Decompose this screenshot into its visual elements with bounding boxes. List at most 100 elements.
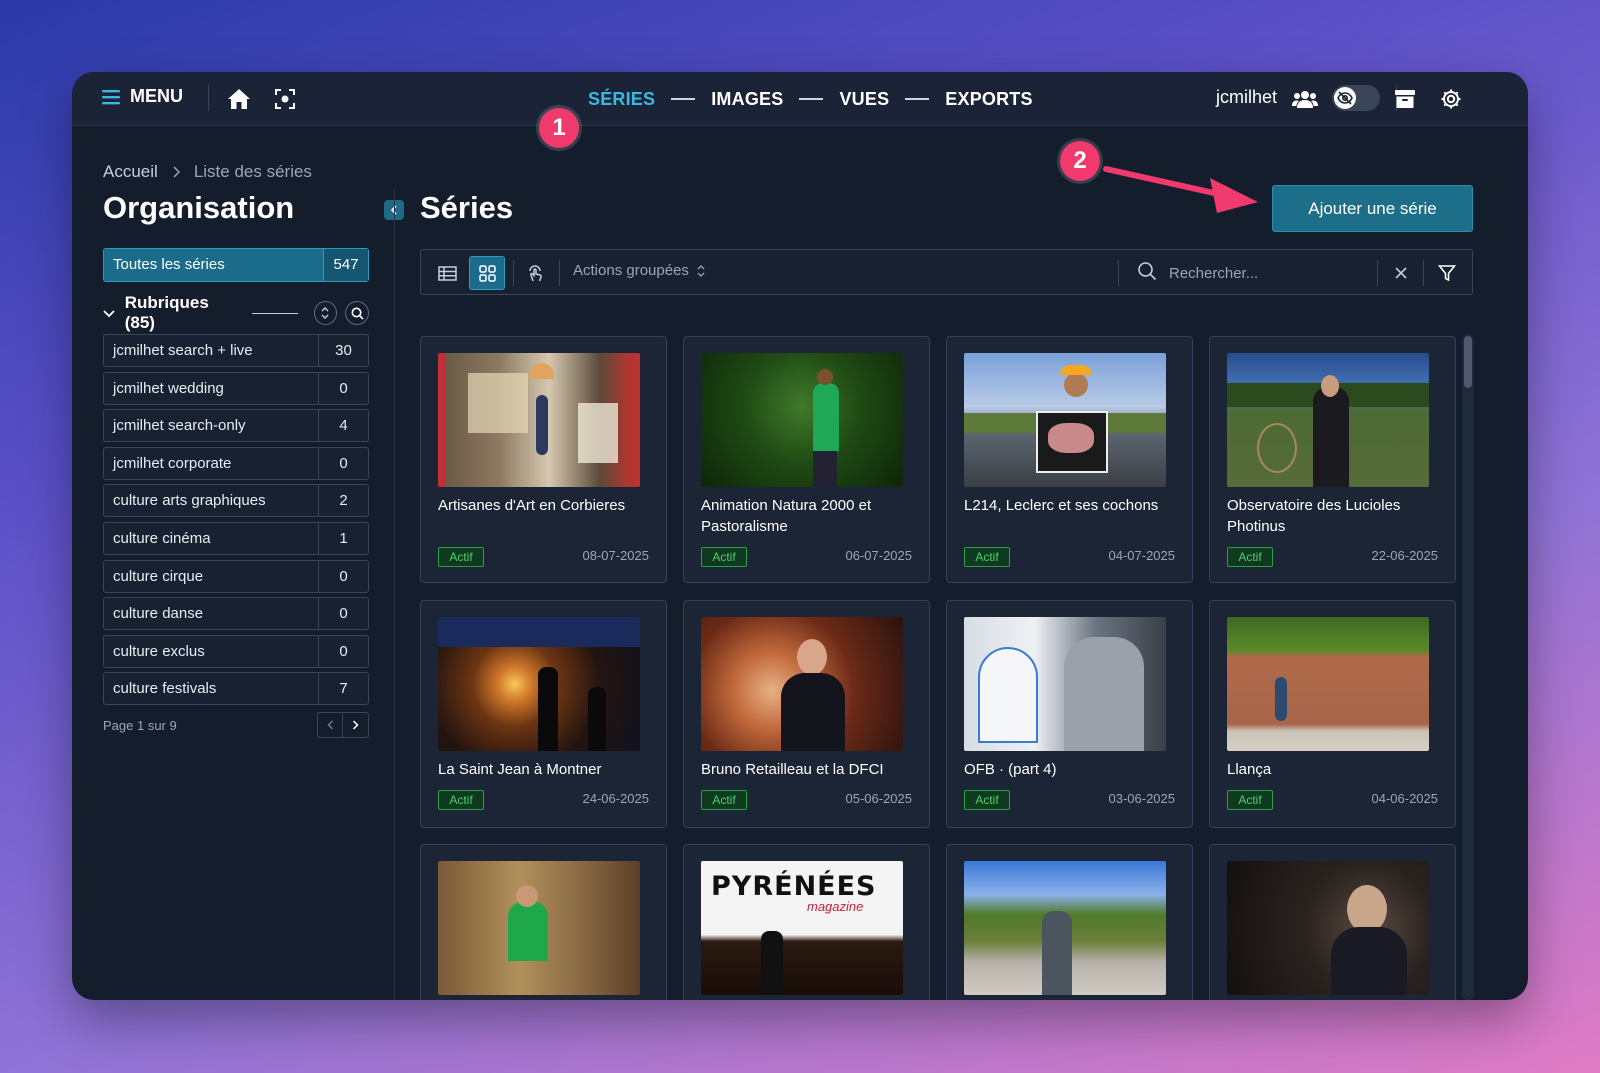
series-thumbnail <box>964 353 1166 487</box>
chevron-left-icon <box>326 720 333 730</box>
rubrique-count: 0 <box>318 635 368 667</box>
series-card[interactable] <box>946 844 1193 1000</box>
grid-view-button[interactable] <box>469 256 505 290</box>
sort-rubriques-button[interactable] <box>313 301 338 325</box>
filter-button[interactable] <box>1429 256 1465 290</box>
search-input[interactable] <box>1169 258 1369 288</box>
series-card[interactable]: Artisanes d'Art en Corbieres Actif 08-07… <box>420 336 667 583</box>
nav-images[interactable]: IMAGES <box>711 89 783 110</box>
series-grid: Artisanes d'Art en Corbieres Actif 08-07… <box>420 336 1460 1000</box>
home-button[interactable] <box>224 84 254 114</box>
series-thumbnail <box>701 353 903 487</box>
sort-icon <box>321 307 329 319</box>
nav-vues[interactable]: VUES <box>839 89 889 110</box>
hamburger-icon <box>102 89 120 104</box>
grid-scrollbar[interactable] <box>1462 334 1474 1000</box>
sidebar-pager: Page 1 sur 9 <box>103 712 369 738</box>
all-series-count: 547 <box>323 249 368 281</box>
status-badge: Actif <box>438 547 484 567</box>
search-rubriques-button[interactable] <box>345 301 370 325</box>
select-arrows-icon <box>697 264 705 277</box>
home-icon <box>228 89 250 109</box>
divider <box>1118 260 1119 286</box>
nav-separator <box>671 98 696 100</box>
all-series-label: Toutes les séries <box>113 256 225 273</box>
user-name[interactable]: jcmilhet <box>1216 87 1277 108</box>
users-button[interactable] <box>1290 84 1320 114</box>
next-page-button[interactable] <box>343 712 369 738</box>
rubrique-item[interactable]: jcmilhet search + live 30 <box>103 334 369 367</box>
pointer-icon <box>529 265 542 282</box>
nav-separator <box>799 98 824 100</box>
rubrique-item[interactable]: culture cirque 0 <box>103 559 369 593</box>
prev-page-button[interactable] <box>317 712 343 738</box>
close-icon <box>1395 267 1407 279</box>
divider <box>394 188 395 1000</box>
series-title: Artisanes d'Art en Corbieres <box>438 497 626 514</box>
search-icon-wrap <box>1137 261 1157 286</box>
menu-button[interactable]: MENU <box>102 86 183 107</box>
gear-icon <box>1441 89 1461 109</box>
rubrique-item[interactable]: culture danse 0 <box>103 597 369 631</box>
rubrique-label: jcmilhet search + live <box>113 342 253 359</box>
series-title: Animation Natura 2000 et Pastoralisme <box>701 497 872 535</box>
rubriques-list: jcmilhet search + live 30 jcmilhet weddin… <box>103 334 369 710</box>
rubrique-item[interactable]: culture cinéma 1 <box>103 521 369 555</box>
series-title: Bruno Retailleau et la DFCI <box>701 761 884 778</box>
series-card[interactable] <box>1209 844 1456 1000</box>
rubrique-item[interactable]: culture festivals 7 <box>103 672 369 706</box>
all-series-item[interactable]: Toutes les séries 547 <box>103 248 369 282</box>
list-view-button[interactable] <box>429 256 465 290</box>
table-icon <box>437 265 457 281</box>
collapse-rubriques-toggle[interactable] <box>103 303 125 323</box>
rubrique-count: 0 <box>318 447 368 479</box>
series-thumbnail: PYRÉNÉES magazine <box>701 861 903 995</box>
bulk-actions-select[interactable]: Actions groupées <box>573 262 705 279</box>
rubrique-count: 1 <box>318 522 368 554</box>
rubrique-item[interactable]: jcmilhet search-only 4 <box>103 409 369 443</box>
series-card[interactable]: OFB · (part 4) Actif 03-06-2025 <box>946 600 1193 828</box>
settings-button[interactable] <box>1436 84 1466 114</box>
pyrenees-sign: PYRÉNÉES <box>711 871 877 902</box>
search-icon <box>351 307 364 320</box>
breadcrumb-home[interactable]: Accueil <box>103 162 158 182</box>
app-window: MENU SÉRIES IMAGES VUES EXPORTS jcmilhet <box>72 72 1528 1000</box>
visibility-toggle[interactable] <box>1332 85 1380 111</box>
rubrique-label: culture cirque <box>113 567 204 585</box>
focus-button[interactable] <box>270 84 300 114</box>
top-bar: MENU SÉRIES IMAGES VUES EXPORTS jcmilhet <box>72 72 1528 126</box>
eye-off-icon <box>1337 91 1353 105</box>
series-card[interactable]: Animation Natura 2000 et Pastoralisme Ac… <box>683 336 930 583</box>
focus-icon <box>275 89 295 109</box>
rubrique-count: 0 <box>318 598 368 630</box>
series-card[interactable]: L214, Leclerc et ses cochons Actif 04-07… <box>946 336 1193 583</box>
nav-series[interactable]: SÉRIES <box>588 89 655 110</box>
rubrique-item[interactable]: culture arts graphiques 2 <box>103 484 369 518</box>
add-series-button[interactable]: Ajouter une série <box>1272 185 1473 232</box>
clear-search-button[interactable] <box>1383 256 1419 290</box>
rubrique-label: culture danse <box>113 605 204 623</box>
archive-button[interactable] <box>1390 84 1420 114</box>
divider <box>559 260 560 286</box>
rubrique-count: 7 <box>318 673 368 705</box>
status-badge: Actif <box>1227 547 1273 567</box>
nav-exports[interactable]: EXPORTS <box>945 89 1032 110</box>
series-card[interactable] <box>420 844 667 1000</box>
annotation-badge-1: 1 <box>539 108 579 148</box>
series-card[interactable]: Llança Actif 04-06-2025 <box>1209 600 1456 828</box>
divider <box>252 312 298 314</box>
series-card[interactable]: PYRÉNÉES magazine <box>683 844 930 1000</box>
divider <box>1423 260 1424 286</box>
rubrique-label: culture cinéma <box>113 529 211 547</box>
series-card[interactable]: Bruno Retailleau et la DFCI Actif 05-06-… <box>683 600 930 828</box>
scrollbar-thumb[interactable] <box>1464 336 1472 388</box>
series-card[interactable]: La Saint Jean à Montner Actif 24-06-2025 <box>420 600 667 828</box>
rubrique-item[interactable]: culture exclus 0 <box>103 634 369 668</box>
nav-separator <box>905 98 930 100</box>
series-card[interactable]: Observatoire des Lucioles Photinus Actif… <box>1209 336 1456 583</box>
rubrique-count: 30 <box>318 335 368 366</box>
rubrique-item[interactable]: jcmilhet corporate 0 <box>103 446 369 480</box>
series-date: 24-06-2025 <box>582 791 650 806</box>
touch-select-button[interactable] <box>517 256 553 290</box>
rubrique-item[interactable]: jcmilhet wedding 0 <box>103 371 369 405</box>
